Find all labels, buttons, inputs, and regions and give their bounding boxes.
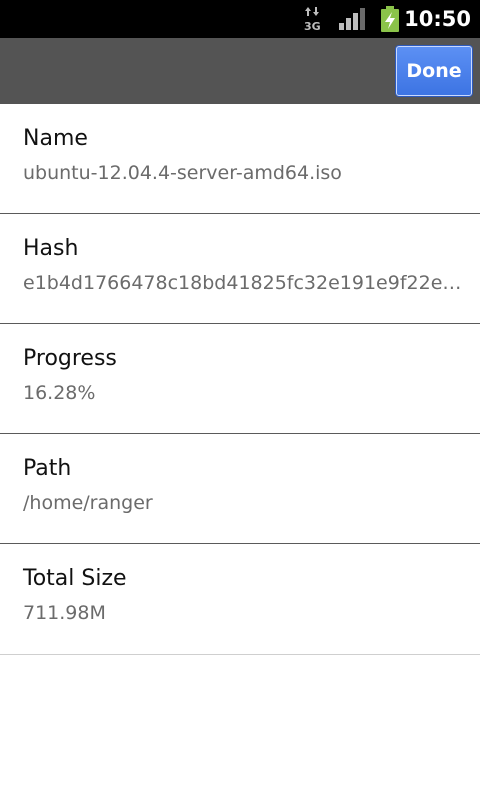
signal-strength-icon	[339, 0, 365, 38]
detail-item-total-size[interactable]: Total Size 711.98M	[0, 544, 480, 655]
torrent-details-list: Name ubuntu-12.04.4-server-amd64.iso Has…	[0, 104, 480, 655]
svg-text:3G: 3G	[304, 20, 321, 32]
action-bar: Done	[0, 38, 480, 104]
status-clock: 10:50	[404, 7, 471, 31]
detail-label: Total Size	[23, 566, 127, 591]
detail-item-name[interactable]: Name ubuntu-12.04.4-server-amd64.iso	[0, 104, 480, 214]
battery-charging-icon	[378, 0, 402, 38]
detail-label: Path	[23, 456, 72, 481]
detail-item-progress[interactable]: Progress 16.28%	[0, 324, 480, 434]
detail-label: Name	[23, 126, 88, 151]
done-button[interactable]: Done	[396, 46, 472, 96]
detail-label: Hash	[23, 236, 79, 261]
detail-value: e1b4d1766478c18bd41825fc32e191e9f22e3...	[23, 272, 463, 294]
status-bar: 3G 10:50	[0, 0, 480, 38]
detail-item-path[interactable]: Path /home/ranger	[0, 434, 480, 544]
detail-value: 711.98M	[23, 602, 106, 624]
detail-item-hash[interactable]: Hash e1b4d1766478c18bd41825fc32e191e9f22…	[0, 214, 480, 324]
detail-value: /home/ranger	[23, 492, 153, 514]
3g-data-icon: 3G	[302, 0, 324, 38]
detail-label: Progress	[23, 346, 117, 371]
detail-value: 16.28%	[23, 382, 96, 404]
detail-value: ubuntu-12.04.4-server-amd64.iso	[23, 162, 342, 184]
